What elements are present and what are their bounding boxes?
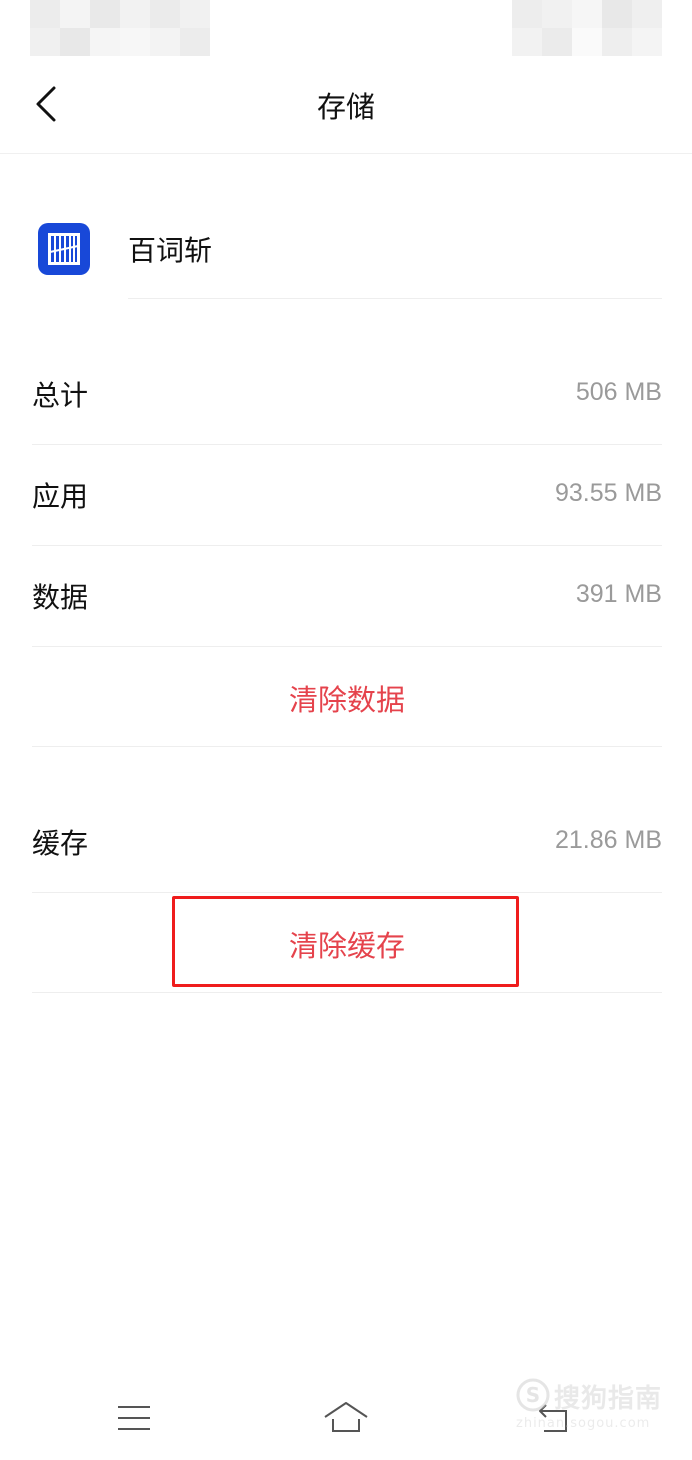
row-label: 总计 — [32, 379, 89, 412]
status-bar — [0, 0, 692, 58]
menu-icon[interactable] — [116, 1397, 152, 1441]
row-value: 391 MB — [575, 580, 662, 608]
sogou-watermark: S 搜狗指南 zhinan.sogou.com — [514, 1374, 674, 1438]
storage-row-cache: 缓存 21.86 MB — [32, 792, 662, 893]
app-name: 百词斩 — [128, 234, 213, 267]
divider — [32, 746, 662, 747]
home-icon[interactable] — [322, 1397, 370, 1441]
baicizhan-app-icon — [38, 223, 90, 275]
clear-data-label: 清除数据 — [288, 683, 405, 717]
app-info-row: 百词斩 — [0, 195, 692, 299]
divider — [32, 992, 662, 993]
row-value: 506 MB — [575, 378, 662, 406]
row-value: 93.55 MB — [554, 479, 662, 507]
top-nav-bar: 存储 — [0, 58, 692, 154]
status-bar-left-blurred — [30, 0, 210, 56]
status-bar-right-blurred — [512, 0, 662, 56]
row-label: 应用 — [32, 480, 89, 513]
sogou-logo-icon: S — [516, 1378, 550, 1412]
row-label: 缓存 — [32, 827, 89, 860]
watermark-text: 搜狗指南 — [554, 1384, 663, 1414]
row-label: 数据 — [32, 581, 89, 614]
clear-data-button[interactable]: 清除数据 — [32, 647, 662, 747]
storage-row-app: 应用 93.55 MB — [32, 445, 662, 546]
storage-row-data: 数据 391 MB — [32, 546, 662, 647]
divider — [128, 298, 662, 299]
watermark-url: zhinan.sogou.com — [516, 1416, 651, 1431]
storage-row-total: 总计 506 MB — [32, 344, 662, 445]
highlight-annotation-box — [172, 896, 519, 987]
page-title: 存储 — [316, 90, 375, 124]
svg-text:S: S — [526, 1383, 540, 1407]
row-value: 21.86 MB — [554, 826, 662, 854]
